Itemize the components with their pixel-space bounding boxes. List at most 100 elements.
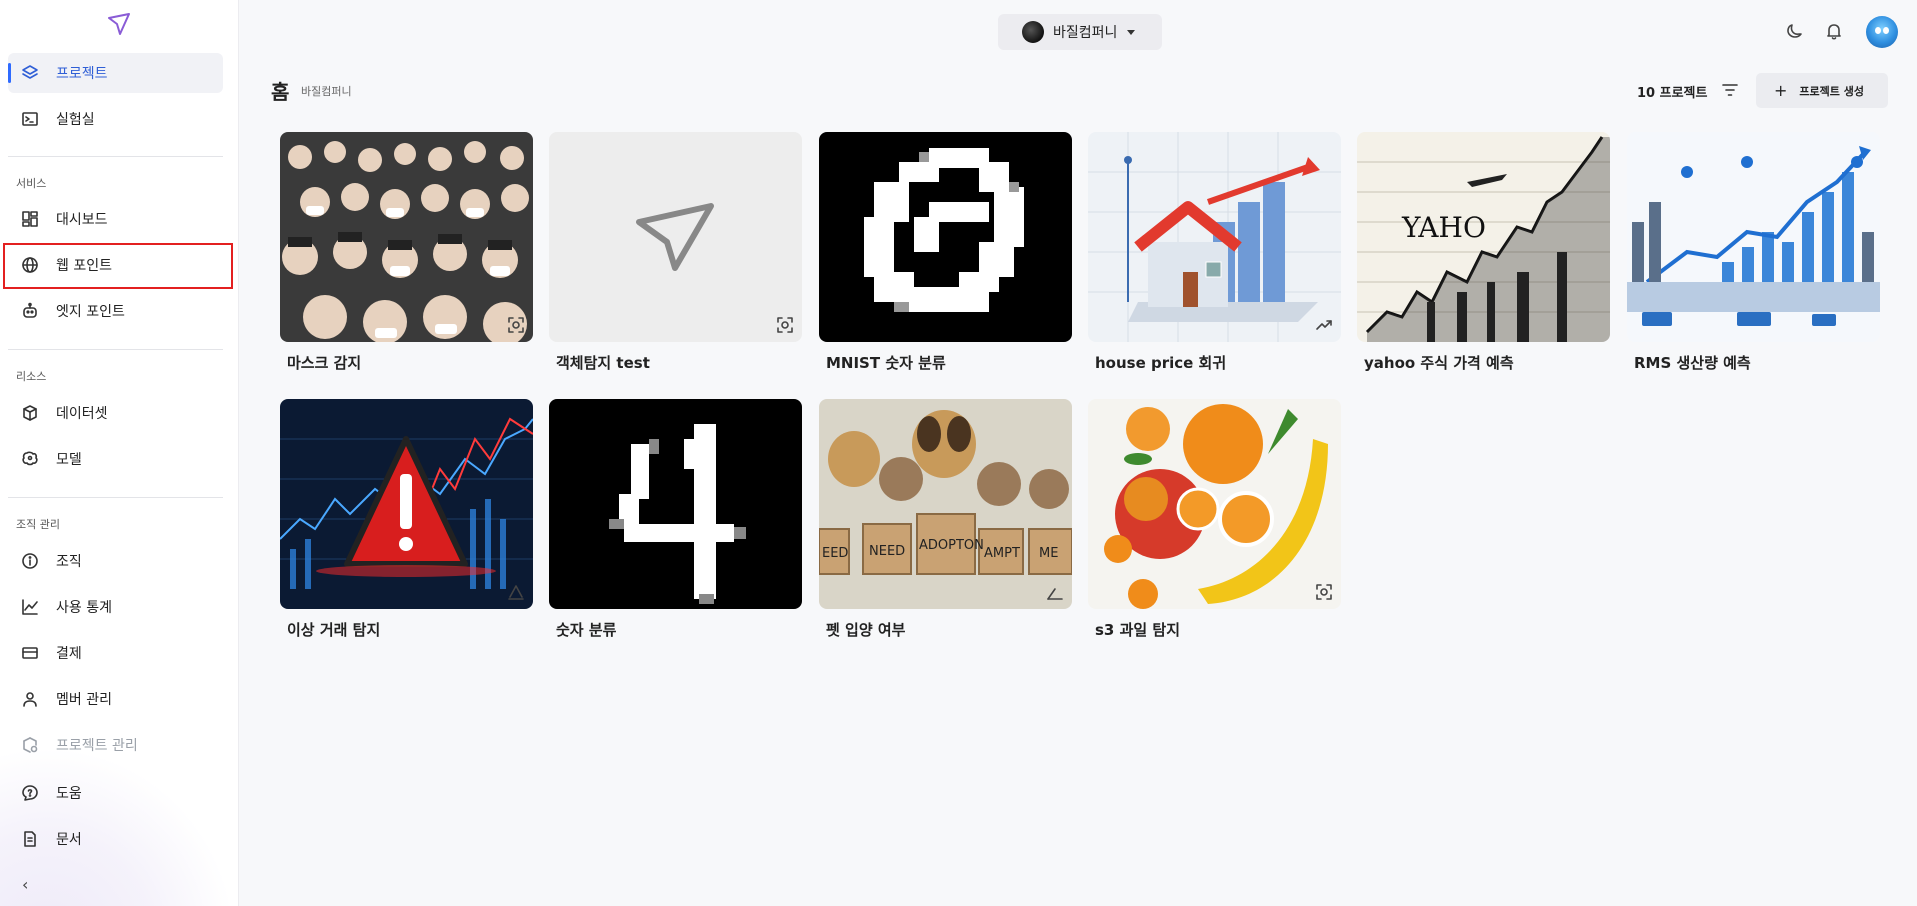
help-icon (21, 784, 39, 802)
project-card-anomaly-transaction[interactable]: 이상 거래 탐지 (280, 399, 533, 640)
sidebar-item-label: 조직 (56, 554, 82, 570)
user-avatar[interactable] (1866, 16, 1898, 48)
app-logo-icon[interactable] (105, 12, 133, 36)
sidebar-item-project-management[interactable]: 프로젝트 관리 (8, 725, 223, 765)
project-thumbnail (549, 132, 802, 342)
terminal-icon (21, 110, 39, 128)
page-subtitle: 바질컴퍼니 (301, 85, 352, 98)
pet-sign-text: EED (822, 546, 848, 561)
project-card-yahoo-stock[interactable]: YAHO yahoo 주식 가격 예측 (1357, 132, 1610, 373)
sidebar-item-label: 모델 (56, 452, 82, 468)
factory-chart-image (1627, 132, 1880, 342)
project-title: 객체탐지 test (556, 354, 650, 372)
sidebar-item-projects[interactable]: 프로젝트 (8, 53, 223, 93)
pet-sign-text: ADOPTON (919, 538, 984, 553)
info-icon (21, 552, 39, 570)
project-thumbnail (549, 399, 802, 609)
sidebar-item-billing[interactable]: 결제 (8, 633, 223, 673)
divider (8, 349, 223, 350)
project-card-house-price[interactable]: house price 회귀 (1088, 132, 1341, 373)
sidebar-item-web-point[interactable]: 웹 포인트 (8, 245, 223, 285)
placeholder-logo-image (549, 132, 802, 342)
project-title: RMS 생산량 예측 (1634, 354, 1751, 372)
fruits-image (1088, 399, 1341, 609)
yahoo-art-text: YAHO (1401, 211, 1486, 244)
create-project-label: 프로젝트 생성 (1799, 84, 1864, 98)
sidebar-item-docs[interactable]: 문서 (8, 819, 223, 859)
moon-icon[interactable] (1784, 20, 1806, 42)
pets-image: EED NEED ADOPTON AMPT ME (819, 399, 1072, 609)
sidebar-item-label: 웹 포인트 (56, 258, 112, 274)
sidebar-item-dashboard[interactable]: 대시보드 (8, 199, 223, 239)
crowd-image (280, 132, 533, 342)
sidebar-item-label: 대시보드 (56, 212, 108, 228)
project-card-object-detection-test[interactable]: 객체탐지 test (549, 132, 802, 373)
credit-card-icon (21, 644, 39, 662)
sidebar-item-members[interactable]: 멤버 관리 (8, 679, 223, 719)
sidebar-item-label: 결제 (56, 646, 82, 662)
layers-icon (21, 64, 39, 82)
robot-icon (21, 302, 39, 320)
sidebar-item-model[interactable]: 모델 (8, 439, 223, 479)
project-thumbnail (1627, 132, 1880, 342)
org-switcher[interactable]: 바질컴퍼니 (998, 14, 1162, 50)
sidebar-item-label: 프로젝트 관리 (56, 738, 138, 754)
project-settings-icon (21, 736, 39, 754)
cube-icon (21, 404, 39, 422)
sidebar-item-usage-stats[interactable]: 사용 통계 (8, 587, 223, 627)
sidebar-item-edge-point[interactable]: 엣지 포인트 (8, 291, 223, 331)
project-count: 10 프로젝트 (1637, 86, 1708, 101)
caret-down-icon (1127, 29, 1136, 35)
sidebar-item-label: 프로젝트 (56, 66, 108, 82)
chart-line-icon (21, 598, 39, 616)
user-icon (21, 690, 39, 708)
sidebar-item-label: 도움 (56, 786, 82, 802)
bell-icon[interactable] (1823, 20, 1845, 42)
digit-four-image (549, 399, 802, 609)
collapse-sidebar-button[interactable]: ‹ (22, 875, 28, 894)
sidebar-item-label: 멤버 관리 (56, 692, 112, 708)
sidebar-item-label: 사용 통계 (56, 600, 112, 616)
object-detection-icon (507, 316, 525, 334)
document-icon (21, 830, 39, 848)
house-price-image (1088, 132, 1341, 342)
project-card-mnist[interactable]: MNIST 숫자 분류 (819, 132, 1072, 373)
project-thumbnail (280, 132, 533, 342)
section-label-service: 서비스 (16, 177, 47, 190)
project-title: MNIST 숫자 분류 (826, 354, 946, 372)
project-title: 이상 거래 탐지 (287, 621, 381, 639)
project-title: 펫 입양 여부 (826, 621, 906, 639)
warning-chart-image (280, 399, 533, 609)
section-label-resource: 리소스 (16, 370, 47, 383)
pet-sign-text: AMPT (984, 546, 1020, 561)
page-title: 홈 (271, 80, 290, 104)
tabular-icon (1046, 583, 1064, 601)
project-title: yahoo 주식 가격 예측 (1364, 354, 1514, 372)
mnist-digit-image (819, 132, 1072, 342)
sidebar-item-help[interactable]: 도움 (8, 773, 223, 813)
object-detection-icon (1315, 583, 1333, 601)
trend-icon (1315, 316, 1333, 334)
dashboard-icon (21, 210, 39, 228)
project-thumbnail (1088, 399, 1341, 609)
plus-icon: + (1774, 80, 1788, 100)
sidebar-item-lab[interactable]: 실험실 (8, 99, 223, 139)
project-card-s3-fruit-detection[interactable]: s3 과일 탐지 (1088, 399, 1341, 640)
project-card-rms-production[interactable]: RMS 생산량 예측 (1627, 132, 1880, 373)
project-thumbnail: YAHO (1357, 132, 1610, 342)
org-avatar (1022, 21, 1044, 43)
project-card-mask-detection[interactable]: 마스크 감지 (280, 132, 533, 373)
sidebar-item-dataset[interactable]: 데이터셋 (8, 393, 223, 433)
globe-icon (21, 256, 39, 274)
project-thumbnail (280, 399, 533, 609)
pet-sign-text: ME (1039, 546, 1058, 561)
object-detection-icon (776, 316, 794, 334)
project-card-digit-classification[interactable]: 숫자 분류 (549, 399, 802, 640)
create-project-button[interactable]: + 프로젝트 생성 (1756, 73, 1888, 108)
project-card-pet-adoption[interactable]: EED NEED ADOPTON AMPT ME 펫 입양 여부 (819, 399, 1072, 640)
sidebar-item-organization[interactable]: 조직 (8, 541, 223, 581)
sidebar-item-label: 데이터셋 (56, 406, 108, 422)
sidebar-item-label: 문서 (56, 832, 82, 848)
stock-chart-image: YAHO (1357, 132, 1610, 342)
filter-icon[interactable] (1720, 80, 1740, 100)
